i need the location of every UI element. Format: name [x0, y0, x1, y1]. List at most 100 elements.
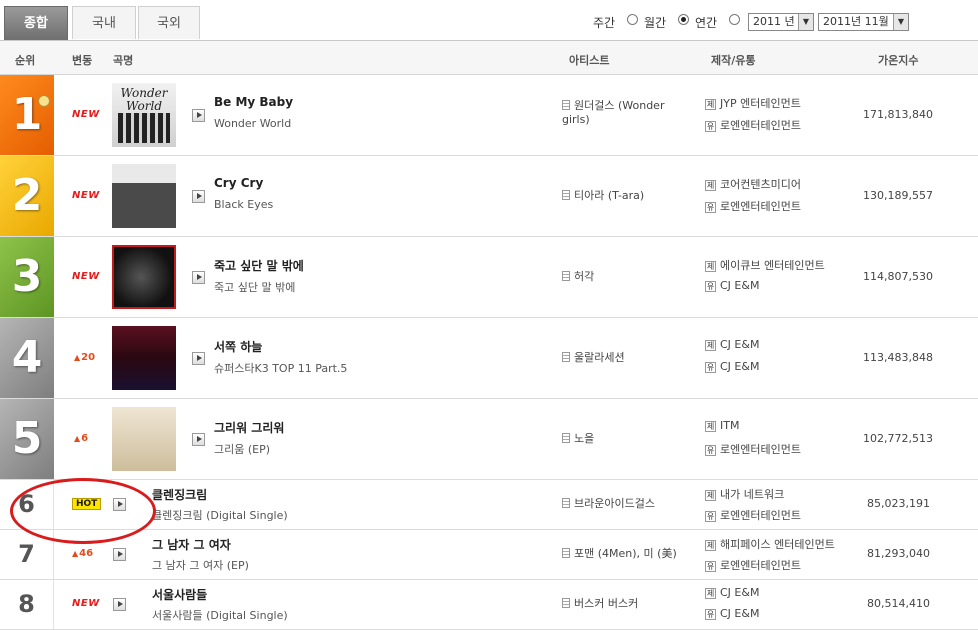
- maker-name[interactable]: 코어컨텐츠미디어: [720, 178, 801, 191]
- play-button[interactable]: [192, 271, 205, 284]
- distributor-tag-icon: 유: [705, 609, 716, 620]
- album-name[interactable]: 클렌징크림 (Digital Single): [152, 507, 288, 523]
- rank-number: 8: [0, 580, 54, 629]
- distributor-cell: 유 CJ E&M: [705, 607, 759, 620]
- maker-name[interactable]: 해피페이스 엔터테인먼트: [720, 538, 835, 551]
- play-button[interactable]: [192, 109, 205, 122]
- top-bar: 종합 국내 국외 주간 월간 연간 2011 년 ▼ 2011년 11월 ▼: [0, 0, 978, 41]
- artist-name[interactable]: 허각: [574, 270, 594, 283]
- up-arrow-icon: ▲: [72, 549, 79, 558]
- score-value: 130,189,557: [863, 189, 933, 202]
- distributor-cell: 유 로엔엔터테인먼트: [705, 507, 801, 523]
- document-icon[interactable]: [562, 190, 570, 200]
- table-row: 1 NEW Wonder World Be My Baby Wonder World 원더…: [0, 75, 978, 156]
- score-value: 171,813,840: [863, 108, 933, 121]
- cover-title: Wonder World: [120, 86, 168, 113]
- artist-name[interactable]: 버스커 버스커: [574, 597, 638, 610]
- year-select[interactable]: 2011 년 ▼: [748, 13, 814, 31]
- distributor-name[interactable]: 로엔엔터테인먼트: [720, 559, 801, 572]
- artist-cell: 노을: [562, 432, 690, 446]
- play-button[interactable]: [192, 433, 205, 446]
- period-weekly-radio[interactable]: [627, 14, 638, 25]
- tab-overall[interactable]: 종합: [4, 6, 68, 40]
- album-name[interactable]: Wonder World: [214, 117, 291, 130]
- distributor-name[interactable]: CJ E&M: [720, 360, 759, 373]
- document-icon[interactable]: [562, 271, 570, 281]
- change-indicator: NEW: [72, 190, 100, 201]
- distributor-name[interactable]: 로엔엔터테인먼트: [720, 200, 801, 213]
- maker-name[interactable]: ITM: [720, 419, 739, 432]
- score-value: 81,293,040: [867, 547, 930, 560]
- album-cover[interactable]: [112, 326, 176, 390]
- play-button[interactable]: [192, 352, 205, 365]
- song-title[interactable]: Be My Baby: [214, 95, 293, 109]
- maker-name[interactable]: 에이큐브 엔터테인먼트: [720, 259, 825, 272]
- period-monthly-radio[interactable]: [678, 14, 689, 25]
- play-button[interactable]: [192, 190, 205, 203]
- document-icon[interactable]: [562, 352, 570, 362]
- song-title[interactable]: 서울사람들: [152, 586, 207, 603]
- document-icon[interactable]: [562, 548, 570, 558]
- maker-cell: 제 에이큐브 엔터테인먼트: [705, 257, 825, 273]
- artist-name[interactable]: 노을: [574, 432, 594, 445]
- maker-name[interactable]: 내가 네트워크: [720, 488, 784, 501]
- song-title[interactable]: 그리워 그리워: [214, 419, 284, 436]
- song-title[interactable]: Cry Cry: [214, 176, 263, 190]
- song-title[interactable]: 죽고 싶단 말 밖에: [214, 257, 304, 274]
- album-cover[interactable]: Wonder World: [112, 83, 176, 147]
- album-name[interactable]: 슈퍼스타K3 TOP 11 Part.5: [214, 360, 347, 376]
- document-icon[interactable]: [562, 498, 570, 508]
- maker-tag-icon: 제: [705, 261, 716, 272]
- tab-international[interactable]: 국외: [138, 6, 200, 39]
- album-name[interactable]: 그리움 (EP): [214, 441, 270, 457]
- album-cover[interactable]: [112, 245, 176, 309]
- artist-name[interactable]: 울랄라세션: [574, 351, 625, 364]
- rank-badge: 3: [0, 237, 54, 317]
- change-indicator: ▲20: [74, 352, 95, 363]
- col-song: 곡명: [113, 54, 134, 67]
- song-title[interactable]: 그 남자 그 여자: [152, 536, 231, 553]
- period-weekly-label: 주간: [593, 16, 616, 30]
- maker-tag-icon: 제: [705, 421, 716, 432]
- album-name[interactable]: Black Eyes: [214, 198, 273, 211]
- song-title[interactable]: 클렌징크림: [152, 486, 207, 503]
- artist-name[interactable]: 티아라 (T-ara): [574, 189, 644, 202]
- maker-name[interactable]: CJ E&M: [720, 338, 759, 351]
- album-name[interactable]: 그 남자 그 여자 (EP): [152, 557, 249, 573]
- distributor-tag-icon: 유: [705, 445, 716, 456]
- album-cover[interactable]: [112, 164, 176, 228]
- song-title[interactable]: 서쪽 하늘: [214, 338, 262, 355]
- album-name[interactable]: 죽고 싶단 말 밖에: [214, 279, 295, 295]
- table-header: 순위 변동 곡명 아티스트 제작/유통 가온지수: [0, 41, 978, 75]
- maker-name[interactable]: JYP 엔터테인먼트: [720, 97, 801, 110]
- period-yearly-label: 연간: [695, 16, 718, 30]
- up-arrow-icon: ▲: [74, 353, 81, 362]
- album-cover[interactable]: [112, 407, 176, 471]
- document-icon[interactable]: [562, 598, 570, 608]
- distributor-name[interactable]: CJ E&M: [720, 607, 759, 620]
- table-row: 5 ▲6 그리워 그리워 그리움 (EP) 노을 제 ITM 유 로엔엔터테인먼트 102,772…: [0, 399, 978, 480]
- col-company: 제작/유통: [711, 54, 756, 67]
- distributor-name[interactable]: 로엔엔터테인먼트: [720, 443, 801, 456]
- artist-name[interactable]: 포맨 (4Men), 미 (美): [574, 547, 677, 560]
- document-icon[interactable]: [562, 433, 570, 443]
- maker-cell: 제 CJ E&M: [705, 338, 759, 351]
- maker-name[interactable]: CJ E&M: [720, 586, 759, 599]
- period-yearly-radio[interactable]: [729, 14, 740, 25]
- month-select[interactable]: 2011년 11월 ▼: [818, 13, 909, 31]
- artist-name[interactable]: 브라운아이드걸스: [574, 497, 655, 510]
- maker-tag-icon: 제: [705, 99, 716, 110]
- cover-figures: [118, 113, 170, 143]
- play-button[interactable]: [113, 598, 126, 611]
- distributor-cell: 유 로엔엔터테인먼트: [705, 117, 801, 133]
- artist-name[interactable]: 원더걸스 (Wonder girls): [562, 99, 664, 126]
- document-icon[interactable]: [562, 100, 570, 110]
- maker-tag-icon: 제: [705, 340, 716, 351]
- distributor-name[interactable]: CJ E&M: [720, 279, 759, 292]
- medal-icon: [38, 95, 50, 107]
- album-name[interactable]: 서울사람들 (Digital Single): [152, 607, 288, 623]
- play-button[interactable]: [113, 548, 126, 561]
- distributor-name[interactable]: 로엔엔터테인먼트: [720, 509, 801, 522]
- tab-domestic[interactable]: 국내: [72, 6, 136, 39]
- distributor-name[interactable]: 로엔엔터테인먼트: [720, 119, 801, 132]
